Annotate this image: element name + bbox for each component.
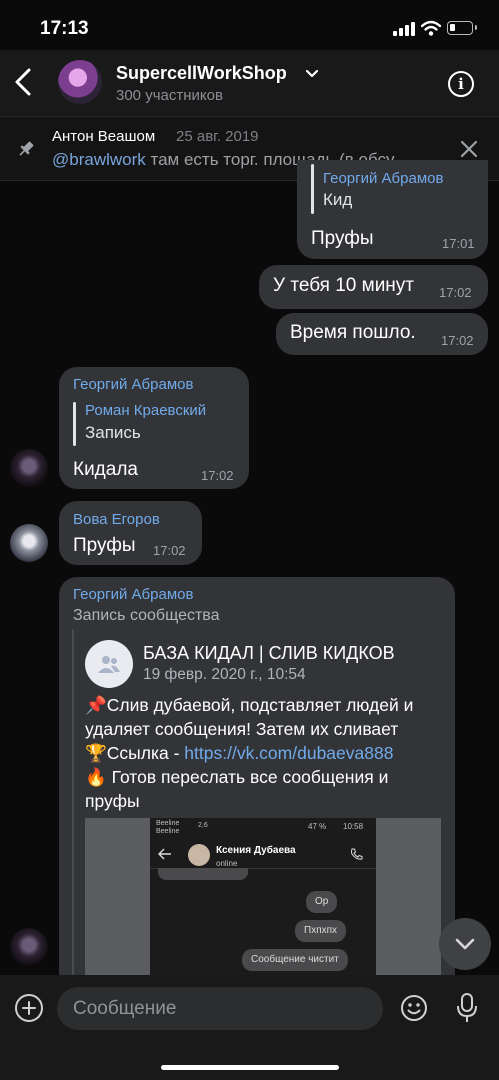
phone-chip: Ор — [306, 891, 338, 913]
quote-author: Роман Краевский — [85, 402, 207, 419]
post-link-prefix: 🏆Ссылка - — [85, 743, 185, 763]
users-icon — [98, 656, 120, 673]
quote-author: Георгий Абрамов — [323, 170, 444, 187]
phone-battery: 47 % — [308, 822, 327, 831]
message-bubble[interactable]: У тебя 10 минут 17:02 — [259, 265, 488, 309]
post-link[interactable]: https://vk.com/dubaeva888 — [184, 743, 393, 763]
message-author[interactable]: Георгий Абрамов — [73, 586, 193, 603]
scroll-down-button[interactable] — [439, 918, 491, 970]
message-bubble[interactable]: Время пошло. 17:02 — [276, 313, 488, 355]
microphone-icon[interactable] — [455, 992, 479, 1024]
emoji-icon[interactable] — [400, 994, 428, 1022]
message-text: Пруфы — [73, 535, 136, 556]
phone-call-icon — [351, 848, 363, 860]
close-icon[interactable] — [459, 139, 479, 159]
post-image[interactable]: Beeline Beeline 2,6 47 % 10:58 Ксения Ду… — [85, 818, 441, 997]
pinned-author: Антон Веашом — [52, 128, 156, 145]
chevron-left-icon[interactable] — [12, 64, 36, 100]
signal-icon — [393, 22, 415, 36]
pinned-date: 25 авг. 2019 — [176, 128, 259, 145]
message-text: Время пошло. — [290, 322, 416, 343]
post-line: 🏆Ссылка - https://vk.com/dubaeva888 — [85, 741, 393, 765]
message-time: 17:02 — [441, 333, 474, 348]
post-line: 📌Слив дубаевой, подставляет людей и — [85, 695, 414, 715]
message-bubble[interactable]: Георгий Абрамов Кид Пруфы 17:01 — [297, 160, 488, 259]
message-bubble[interactable]: Вова Егоров Пруфы 17:02 — [59, 501, 202, 565]
phone-chip: Сообщение чистит — [242, 949, 348, 971]
post-line: пруфы — [85, 791, 140, 811]
quote-text: Кид — [323, 190, 353, 209]
group-title[interactable]: SupercellWorkShop — [116, 63, 287, 84]
pinned-mention[interactable]: @brawlwork — [52, 150, 146, 169]
wall-post-label: Запись сообщества — [73, 607, 220, 624]
message-input[interactable] — [57, 987, 383, 1030]
quote-text: Запись — [85, 423, 141, 442]
contact-name: Ксения Дубаева — [216, 845, 296, 856]
message-bubble[interactable]: Георгий Абрамов Запись сообщества БАЗА К… — [59, 577, 455, 997]
message-time: 17:02 — [153, 543, 186, 558]
message-bubble[interactable]: Георгий Абрамов Роман Краевский Запись К… — [59, 367, 249, 489]
battery-icon — [447, 21, 477, 35]
message-text: У тебя 10 минут — [273, 275, 415, 296]
status-time: 17:13 — [40, 18, 89, 39]
plus-icon[interactable] — [15, 994, 43, 1022]
avatar[interactable] — [10, 928, 48, 966]
post-line: удаляет сообщения! Затем их сливает — [85, 719, 399, 739]
message-time: 17:02 — [201, 468, 234, 483]
post-date: 19 февр. 2020 г., 10:54 — [143, 666, 306, 683]
network-speed: 2,6 — [198, 822, 208, 829]
message-text: Пруфы — [311, 228, 374, 249]
group-members-count: 300 участников — [116, 87, 223, 104]
message-author[interactable]: Георгий Абрамов — [73, 376, 193, 393]
chevron-down-icon[interactable] — [305, 68, 319, 80]
post-line: 🔥 Готов переслать все сообщения и — [85, 767, 389, 787]
community-name[interactable]: БАЗА КИДАЛ | СЛИВ КИДКОВ — [143, 643, 395, 664]
carrier-label: Beeline — [156, 828, 180, 835]
phone-time: 10:58 — [343, 822, 364, 831]
message-author[interactable]: Вова Егоров — [73, 511, 160, 528]
carrier-label: Beeline — [156, 820, 180, 827]
message-text: Кидала — [73, 459, 138, 480]
phone-screenshot: Beeline Beeline 2,6 47 % 10:58 Ксения Ду… — [150, 818, 376, 997]
home-indicator[interactable] — [161, 1065, 339, 1070]
wifi-icon — [421, 20, 441, 36]
avatar[interactable] — [10, 449, 48, 487]
info-icon[interactable]: i — [448, 71, 474, 97]
group-avatar[interactable] — [58, 60, 102, 104]
avatar[interactable] — [10, 524, 48, 562]
arrow-left-icon — [158, 848, 171, 860]
contact-status: online — [216, 859, 238, 868]
chevron-down-icon — [455, 938, 475, 950]
message-time: 17:01 — [442, 236, 475, 251]
phone-chip: Пхпхпх — [295, 920, 347, 942]
pin-icon — [19, 141, 34, 156]
message-time: 17:02 — [439, 285, 472, 300]
contact-avatar — [188, 844, 210, 866]
